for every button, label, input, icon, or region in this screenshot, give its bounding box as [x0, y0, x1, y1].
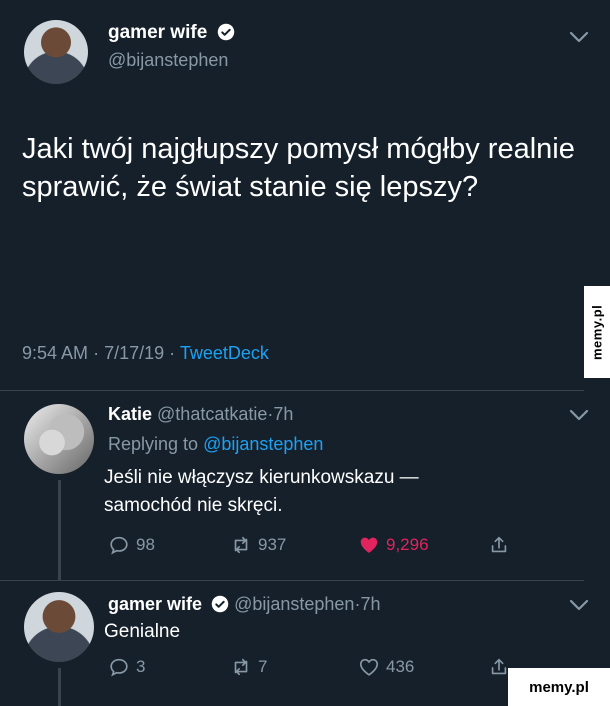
share-button[interactable] [488, 656, 510, 678]
chevron-down-icon[interactable] [568, 408, 590, 422]
retweet-icon [234, 658, 248, 676]
reply-age[interactable]: 7h [273, 404, 293, 424]
tweet-meta: 9:54 AM · 7/17/19 · TweetDeck [22, 343, 269, 364]
reply-icon [110, 658, 128, 677]
share-button[interactable] [488, 534, 510, 556]
chevron-down-icon[interactable] [568, 30, 590, 44]
chevron-down-icon[interactable] [568, 598, 590, 612]
author-handle[interactable]: @bijanstephen [108, 50, 228, 71]
verified-badge-icon [211, 595, 229, 613]
thread-line [58, 480, 61, 580]
reply-age[interactable]: 7h [360, 594, 380, 614]
share-icon [491, 536, 507, 553]
replying-to-label: Replying to [108, 434, 199, 454]
replying-to: Replying to @bijanstephen [108, 434, 323, 455]
reply-header: Katie @thatcatkatie·7h [108, 404, 293, 425]
reply-header: gamer wife @bijanstephen·7h [108, 594, 380, 615]
like-button[interactable]: 9,296 [358, 534, 429, 556]
tweet-actions: 3 7 436 [108, 656, 528, 684]
reply-display-name[interactable]: Katie [108, 404, 152, 424]
retweet-icon [234, 536, 248, 554]
avatar[interactable] [24, 404, 94, 474]
retweet-count: 7 [258, 657, 268, 676]
side-watermark: memy.pl [584, 286, 610, 378]
meta-separator: · [93, 343, 100, 363]
avatar[interactable] [24, 592, 94, 662]
retweet-count: 937 [258, 535, 287, 554]
tweet-time[interactable]: 9:54 AM [22, 343, 88, 363]
verified-badge-icon [217, 23, 234, 41]
reply-display-name[interactable]: gamer wife [108, 594, 202, 614]
meta-separator: · [169, 343, 176, 363]
heart-icon [359, 658, 379, 676]
reply-button[interactable]: 98 [108, 534, 155, 556]
reply-count: 3 [136, 657, 146, 676]
tweet-text: Jaki twój najgłupszy pomysł mógłby realn… [22, 133, 575, 203]
author-display-name[interactable]: gamer wife [108, 22, 235, 44]
reply-button[interactable]: 3 [108, 656, 145, 678]
replying-to-handle[interactable]: @bijanstephen [203, 434, 323, 454]
corner-watermark: memy.pl [508, 668, 610, 706]
tweet-date[interactable]: 7/17/19 [104, 343, 164, 363]
retweet-button[interactable]: 7 [230, 656, 267, 678]
reply-handle[interactable]: @thatcatkatie [157, 404, 267, 424]
divider [0, 580, 584, 581]
retweet-button[interactable]: 937 [230, 534, 286, 556]
reply-handle[interactable]: @bijanstephen [234, 594, 354, 614]
tweet-source-link[interactable]: TweetDeck [180, 343, 269, 363]
thread-line [58, 668, 61, 706]
display-name-text: gamer wife [108, 22, 208, 43]
like-count: 436 [386, 657, 415, 676]
avatar[interactable] [24, 20, 88, 84]
reply-count: 98 [136, 535, 155, 554]
heart-icon [360, 537, 378, 553]
reply-icon [110, 536, 128, 555]
like-button[interactable]: 436 [358, 656, 414, 678]
divider [0, 390, 584, 391]
reply-text: Genialne [104, 621, 181, 642]
share-icon [491, 658, 507, 675]
tweet-actions: 98 937 9,296 [108, 534, 528, 562]
like-count: 9,296 [386, 535, 429, 554]
reply-text: Jeśli nie włączysz kierunkowskazu — samo… [104, 467, 419, 516]
